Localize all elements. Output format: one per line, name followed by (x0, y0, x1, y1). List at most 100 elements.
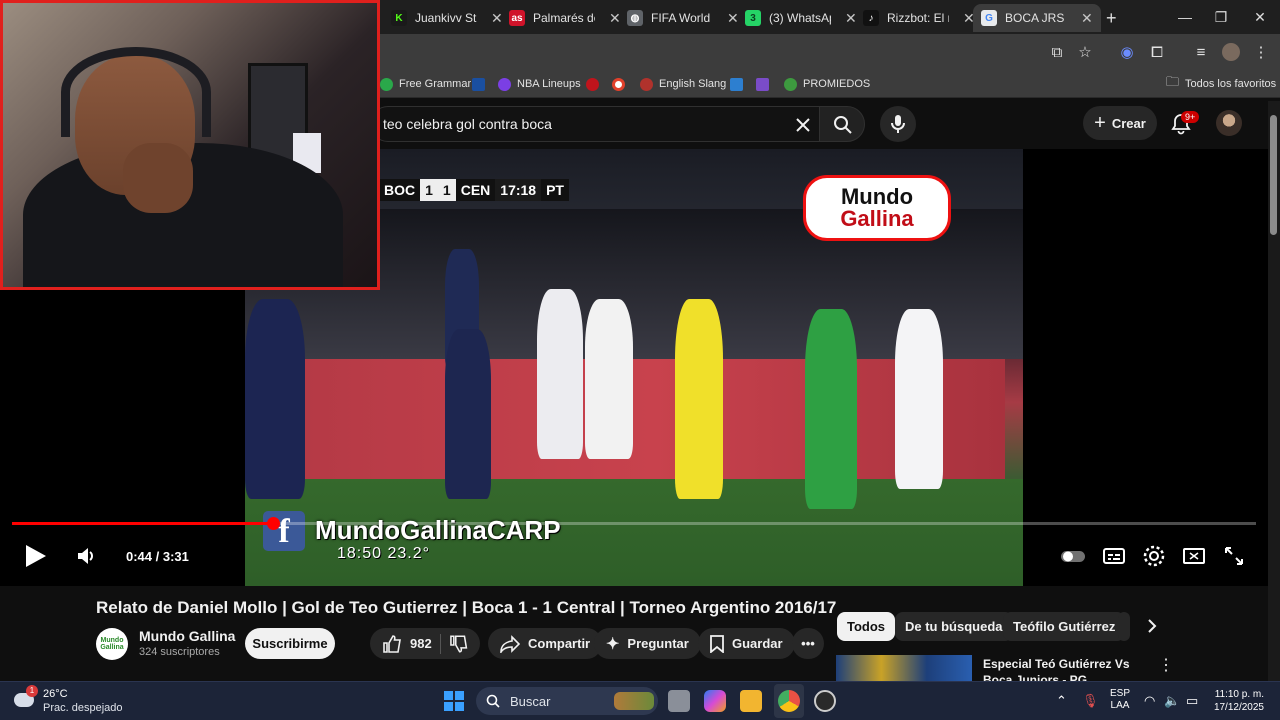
bookmark-mlb[interactable] (472, 75, 485, 93)
goalkeeper-figure (675, 299, 723, 499)
home-team: BOC (384, 182, 416, 198)
promiedos-icon (784, 77, 797, 91)
microsoft-365-icon[interactable] (704, 690, 726, 712)
bookmark-favicon (380, 77, 393, 91)
like-button[interactable]: 982 (382, 634, 432, 654)
browser-tab[interactable]: G BOCA JRS MI ✕ (973, 4, 1101, 32)
search-icon (834, 116, 852, 134)
recommended-thumbnail[interactable] (836, 655, 972, 681)
extensions-puzzle-icon[interactable]: ⧠ (1146, 41, 1168, 63)
new-tab-button[interactable]: + (1098, 4, 1125, 32)
close-window-button[interactable]: ✕ (1245, 6, 1275, 28)
bookmark-star-icon[interactable]: ☆ (1074, 41, 1096, 63)
video-title: Relato de Daniel Mollo | Gol de Teo Guti… (96, 598, 837, 617)
chip-teofilo-gutierrez[interactable]: Teófilo Gutiérrez (1003, 612, 1126, 641)
file-explorer-icon[interactable] (740, 690, 762, 712)
bookmark-blue[interactable] (730, 75, 743, 93)
microphone-tray-icon[interactable]: 🎙 (1082, 693, 1099, 709)
bookmark-label: PROMIEDOS (803, 78, 871, 90)
ask-button[interactable]: ✦ Preguntar (594, 628, 701, 659)
tray-overflow-icon[interactable]: ⌃ (1056, 693, 1067, 709)
bookmark-promiedos[interactable]: PROMIEDOS (784, 75, 870, 93)
page-scrollbar[interactable] (1268, 101, 1280, 681)
minimize-button[interactable]: — (1170, 6, 1200, 28)
tab-close-icon[interactable]: ✕ (1081, 10, 1093, 27)
browser-tab[interactable]: 3(3) WhatsApp✕ (737, 4, 865, 32)
thumbs-up-icon (383, 634, 401, 653)
channel-name[interactable]: Mundo Gallina (139, 628, 235, 644)
share-arrow-icon (500, 634, 520, 653)
fullscreen-icon[interactable] (1222, 544, 1246, 568)
profile-avatar-icon[interactable] (1220, 41, 1242, 63)
tab-title: FIFA World C (651, 11, 713, 25)
channel-avatar[interactable]: Mundo Gallina (96, 628, 128, 660)
bookmark-nba-lineups[interactable]: NBA Lineups (498, 75, 581, 93)
channel-avatar-text: Mundo Gallina (100, 637, 124, 651)
tab-favicon-icon: ◍ (627, 10, 643, 26)
volume-tray-icon[interactable]: 🔈 (1164, 693, 1180, 709)
share-button[interactable]: Compartir (488, 628, 603, 659)
settings-gear-icon[interactable] (1142, 544, 1166, 568)
bookmark-target[interactable] (612, 75, 625, 93)
extension-blue-icon[interactable]: ◉ (1116, 41, 1138, 63)
browser-tab[interactable]: ♪Rizzbot: El ro✕ (855, 4, 983, 32)
recommended-more-icon[interactable]: ⋮ (1158, 655, 1174, 675)
player-figure (245, 299, 305, 499)
language-indicator[interactable]: ESP LAA (1110, 688, 1130, 712)
browser-tab[interactable]: KJuankivv Stre✕ (383, 4, 511, 32)
autoplay-toggle-icon[interactable] (1061, 544, 1085, 568)
search-input[interactable]: teo celebra gol contra boca (370, 106, 819, 142)
recommended-title[interactable]: Especial Teó Gutiérrez Vs Boca Juniors -… (983, 656, 1155, 682)
lang-line1: ESP (1110, 688, 1131, 699)
subtitles-icon[interactable] (1102, 544, 1126, 568)
chip-todos[interactable]: Todos (837, 612, 896, 641)
battery-icon[interactable]: ▭ (1186, 693, 1198, 709)
task-view-icon[interactable] (668, 690, 690, 712)
scrollbar-thumb[interactable] (1270, 115, 1277, 235)
more-actions-button[interactable]: ••• (792, 628, 824, 659)
progress-fill (12, 522, 274, 525)
referee-figure (805, 309, 857, 509)
bookmark-english-slang[interactable]: English Slang (640, 75, 726, 93)
search-button[interactable] (819, 106, 865, 142)
bookmark-free-grammar[interactable]: Free Grammar (380, 75, 471, 93)
taskbar-clock[interactable]: 11:10 p. m. 17/12/2025 (1208, 688, 1264, 714)
logo-text-line1: Mundo (840, 184, 914, 209)
subscribe-button[interactable]: Suscribirme (245, 628, 335, 659)
maximize-button[interactable]: ❐ (1206, 6, 1236, 28)
nba-lineups-icon (498, 77, 511, 91)
media-control-icon[interactable]: ≡ (1190, 41, 1212, 63)
red-site-icon (586, 77, 599, 91)
thumbs-down-icon[interactable] (449, 634, 468, 654)
create-button[interactable]: + Crear (1083, 106, 1157, 140)
browser-tab[interactable]: asPalmarés de l✕ (501, 4, 629, 32)
voice-search-button[interactable] (880, 106, 916, 142)
windows-start-icon[interactable] (444, 691, 464, 711)
match-period: PT (546, 182, 564, 198)
chip-overflow[interactable] (1118, 612, 1130, 641)
purple-site-icon (756, 77, 769, 91)
weather-widget[interactable]: 1 (14, 685, 38, 709)
chevron-right-icon[interactable] (1144, 618, 1160, 634)
all-bookmarks-folder[interactable]: 🗀 Todos los favoritos (1166, 74, 1276, 93)
install-app-icon[interactable]: ⧉ (1046, 41, 1068, 63)
save-label: Guardar (732, 636, 783, 651)
volume-icon[interactable] (76, 545, 96, 567)
chrome-menu-icon[interactable]: ⋮ (1250, 41, 1272, 63)
bookmark-icon (710, 634, 724, 653)
obs-icon[interactable] (814, 690, 836, 712)
miniplayer-icon[interactable] (1182, 544, 1206, 568)
logo-text-line2: Gallina (840, 206, 914, 231)
bookmark-red[interactable] (586, 75, 599, 93)
video-progress-bar[interactable] (12, 517, 1256, 530)
save-button[interactable]: Guardar (698, 628, 795, 659)
tab-favicon-icon: 3 (745, 10, 761, 26)
wifi-icon[interactable]: ◠ (1144, 693, 1155, 709)
chip-de-tu-busqueda[interactable]: De tu búsqueda (895, 612, 1013, 641)
clear-search-icon[interactable] (795, 117, 811, 133)
play-icon[interactable] (22, 543, 48, 569)
taskbar-search[interactable]: Buscar (476, 687, 658, 715)
bookmark-purple[interactable] (756, 75, 769, 93)
browser-tab[interactable]: ◍FIFA World C✕ (619, 4, 747, 32)
user-avatar[interactable] (1216, 110, 1242, 136)
